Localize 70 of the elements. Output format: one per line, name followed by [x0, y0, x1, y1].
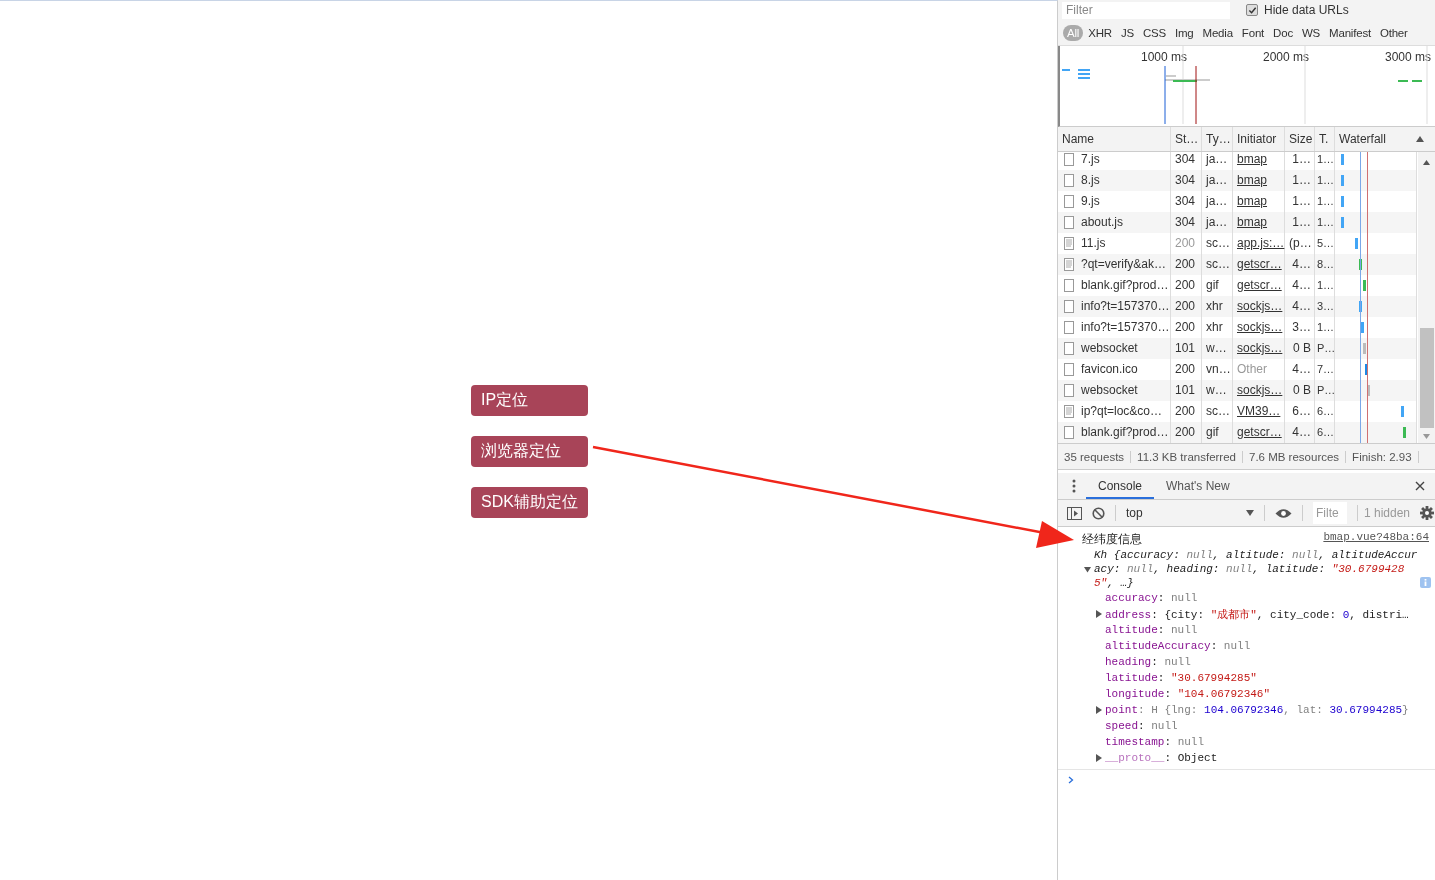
table-cell: blank.gif?prod…	[1058, 422, 1171, 443]
hidden-count: 1 hidden	[1364, 506, 1411, 520]
property-line: __proto__: Object	[1105, 752, 1218, 764]
type-filter-tab[interactable]: Other	[1375, 24, 1412, 41]
drawer-tab[interactable]: What's New	[1154, 473, 1242, 499]
type-filter-tab[interactable]: Font	[1237, 24, 1269, 41]
source-link[interactable]: bmap.vue?48ba:64	[1323, 531, 1429, 548]
context-dropdown[interactable]: top	[1126, 506, 1254, 520]
sidebar-toggle-icon[interactable]	[1067, 506, 1082, 520]
collapsed-arrow-icon[interactable]	[1096, 754, 1102, 762]
table-cell: 200	[1171, 422, 1202, 443]
summary-text: 35 requests	[1058, 450, 1132, 463]
table-cell: gif	[1202, 422, 1233, 443]
property-line: heading: null	[1105, 656, 1191, 668]
column-header[interactable]: Name	[1058, 127, 1171, 151]
close-icon[interactable]	[1415, 481, 1425, 491]
property-line: speed: null	[1105, 720, 1178, 732]
location-button[interactable]: IP定位	[471, 385, 588, 416]
location-button[interactable]: SDK辅助定位	[471, 487, 588, 518]
filter-field[interactable]: Filter	[1062, 1, 1230, 19]
property-line: timestamp: null	[1105, 736, 1205, 748]
type-filter-tab[interactable]: WS	[1297, 24, 1325, 41]
console-filter-field[interactable]: Filte	[1313, 502, 1347, 524]
initiator-link[interactable]: getscr…	[1233, 422, 1285, 443]
more-icon[interactable]	[1072, 479, 1076, 493]
column-header[interactable]: Initiator	[1233, 127, 1285, 151]
property-line: longitude: "104.06792346"	[1105, 688, 1271, 700]
type-filter-tab[interactable]: CSS	[1138, 24, 1170, 41]
object-summary: Kh {accuracy: null, altitude: null, altitudeAccuracy: null, heading: null, latitude: "30.67994285", …}	[1094, 548, 1418, 590]
type-filter-tab[interactable]: XHR	[1084, 24, 1116, 41]
column-header[interactable]: Waterfall	[1335, 127, 1417, 151]
scroll-down-icon[interactable]	[1423, 434, 1430, 439]
checkbox-label: Hide data URLs	[1264, 3, 1349, 17]
time-tick-label: 1000 ms	[1139, 50, 1187, 64]
type-filter-tab[interactable]: Media	[1198, 24, 1237, 41]
column-header[interactable]: T.	[1315, 127, 1335, 151]
table-cell: 6…	[1315, 422, 1335, 443]
property-line: latitude: "30.67994285"	[1105, 672, 1257, 684]
prompt-icon[interactable]	[1068, 776, 1074, 784]
console-message: 经纬度信息	[1082, 531, 1142, 548]
property-line: address: {city: "成都市", city_code: 0, distri…	[1105, 607, 1409, 622]
sort-icon[interactable]	[1416, 136, 1424, 142]
expanded-arrow-icon[interactable]	[1084, 566, 1091, 573]
type-filter-tab[interactable]: JS	[1116, 24, 1138, 41]
column-header[interactable]: Ty…	[1202, 127, 1233, 151]
type-filter-tab[interactable]: Manifest	[1325, 24, 1375, 41]
type-filter-tab[interactable]: Doc	[1269, 24, 1297, 41]
property-line: accuracy: null	[1105, 592, 1198, 604]
summary-text: 7.6 MB resources	[1243, 450, 1347, 463]
settings-icon[interactable]	[1420, 506, 1435, 520]
property-line: altitude: null	[1105, 624, 1198, 636]
checkbox[interactable]	[1246, 4, 1258, 16]
time-tick-label: 2000 ms	[1261, 50, 1309, 64]
type-filter-tab[interactable]: Img	[1170, 24, 1198, 41]
collapsed-arrow-icon[interactable]	[1096, 706, 1102, 714]
summary-text: 11.3 KB transferred	[1131, 450, 1243, 463]
location-button[interactable]: 浏览器定位	[471, 436, 588, 467]
column-header[interactable]: Size	[1285, 127, 1315, 151]
caret-icon[interactable]	[1246, 510, 1254, 516]
property-line: altitudeAccuracy: null	[1105, 640, 1251, 652]
scrollbar-thumb[interactable]	[1419, 328, 1434, 428]
scroll-up-icon[interactable]	[1423, 160, 1430, 165]
table-cell: 4…	[1285, 422, 1315, 443]
clear-icon[interactable]	[1092, 506, 1105, 520]
eye-icon[interactable]	[1275, 507, 1292, 519]
collapsed-arrow-icon[interactable]	[1096, 610, 1102, 618]
time-tick-label: 3000 ms	[1383, 50, 1431, 64]
summary-text: Finish: 2.93	[1346, 450, 1419, 463]
column-header[interactable]: St…	[1171, 127, 1202, 151]
property-line: point: H {lng: 104.06792346, lat: 30.67994285}	[1105, 704, 1409, 716]
